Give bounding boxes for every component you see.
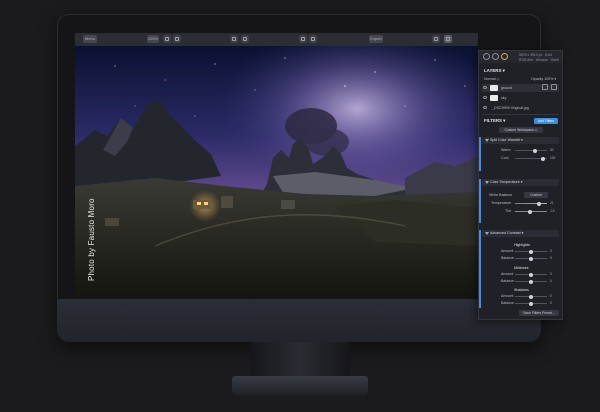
divider (482, 114, 559, 115)
histogram-icon[interactable] (483, 53, 490, 60)
shadows-balance-slider[interactable] (515, 301, 547, 306)
workspace-select[interactable]: Custom Workspace ◇ (499, 127, 543, 133)
visibility-icon[interactable] (483, 86, 487, 89)
group-accent (479, 137, 481, 171)
slider-value[interactable]: 30 (550, 148, 554, 152)
slider-value[interactable]: 0 (550, 294, 552, 298)
field-label: Tint (505, 209, 511, 213)
slider-knob[interactable] (529, 279, 533, 284)
zoom-out-icon[interactable] (163, 35, 171, 43)
subsection-title: Shadows (514, 288, 529, 292)
layer-name: _DSC9999 Original.jpg (492, 106, 529, 110)
save-preset-button[interactable]: Save Filters Preset... (519, 310, 559, 316)
slider-label: Warm (501, 148, 511, 152)
highlights-amount-slider[interactable] (515, 249, 547, 254)
zoom-value[interactable]: 100% (147, 35, 159, 43)
compare-icon[interactable] (299, 35, 307, 43)
slider-label: Amount (501, 249, 514, 253)
field-label: Temperature (491, 201, 512, 205)
layer-name: sky (501, 96, 507, 100)
slider-knob[interactable] (541, 156, 545, 161)
top-toolbar: Menu 100% Export (75, 33, 478, 47)
slider-label: Amount (501, 294, 514, 298)
field-label: White Balance (489, 193, 513, 197)
panel-header: 5878 x 3919 px · 8-bit RGB 8bit · Window… (479, 51, 562, 63)
slider-knob[interactable] (537, 201, 541, 206)
slider-label: Balance (501, 279, 514, 283)
photo-canvas[interactable] (75, 46, 478, 297)
layer-row[interactable]: _DSC9999 Original.jpg (482, 104, 559, 112)
photo-credit: Photo by Fausto Moro (87, 198, 96, 281)
slider-knob[interactable] (533, 148, 537, 153)
temperature-slider[interactable] (515, 201, 547, 206)
brush-icon[interactable] (542, 84, 548, 90)
image-info: RGB 8bit · Window · Shelf (519, 58, 559, 62)
visibility-icon[interactable] (483, 96, 487, 99)
add-filters-button[interactable]: Add Filters (534, 118, 558, 124)
slider-label: Balance (501, 301, 514, 305)
blend-mode-select[interactable]: Normal ◇ (484, 77, 499, 81)
white-balance-select[interactable]: Custom (524, 192, 548, 198)
slider-label: Cool (501, 156, 509, 160)
visibility-icon[interactable] (483, 106, 487, 109)
layers-title[interactable]: LAYERS ▾ (479, 67, 562, 75)
slider-label: Amount (501, 272, 514, 276)
opacity-select[interactable]: Opacity 100% ▾ (531, 77, 556, 81)
group-accent (479, 179, 481, 223)
panel-toggle-icon[interactable] (432, 35, 440, 43)
filter-header-advanced-contrast[interactable]: Advanced Contrast ▾ (482, 230, 559, 237)
layer-row[interactable]: ground (482, 84, 559, 92)
midtones-balance-slider[interactable] (515, 279, 547, 284)
slider-value[interactable]: 0 (550, 249, 552, 253)
slider-value[interactable]: -10 (550, 209, 555, 213)
slider-knob[interactable] (528, 209, 532, 214)
screen: Menu 100% Export Photo by Fausto Moro (75, 33, 478, 297)
slider-value[interactable]: 0 (550, 256, 552, 260)
info-icon[interactable] (492, 53, 499, 60)
tint-slider[interactable] (515, 209, 547, 214)
menu-button[interactable]: Menu (83, 35, 97, 43)
slider-knob[interactable] (529, 256, 533, 261)
cool-slider[interactable] (515, 156, 547, 161)
warm-slider[interactable] (515, 148, 547, 153)
filter-header-color-temperature[interactable]: Color Temperature ▾ (482, 179, 559, 186)
presets-icon[interactable] (501, 53, 508, 60)
export-button[interactable]: Export (369, 35, 383, 43)
filter-header-split-color[interactable]: Split Color Warmth ▾ (482, 137, 559, 144)
subsection-title: Highlights (514, 243, 530, 247)
image-size: 5878 x 3919 px · 8-bit (519, 53, 552, 57)
filters-panel: 5878 x 3919 px · 8-bit RGB 8bit · Window… (478, 50, 563, 320)
crop-icon[interactable] (230, 35, 238, 43)
slider-knob[interactable] (529, 249, 533, 254)
transform-icon[interactable] (241, 35, 249, 43)
slider-knob[interactable] (529, 272, 533, 277)
monitor-chin (57, 299, 541, 342)
layer-row[interactable]: sky (482, 94, 559, 102)
slider-label: Balance (501, 256, 514, 260)
midtones-amount-slider[interactable] (515, 272, 547, 277)
group-accent (479, 230, 481, 308)
slider-knob[interactable] (529, 301, 533, 306)
layer-name: ground (501, 86, 513, 90)
landscape-photo (75, 46, 478, 297)
preview-icon[interactable] (309, 35, 317, 43)
layer-thumbnail (490, 85, 498, 91)
slider-value[interactable]: 21 (550, 201, 554, 205)
slider-value[interactable]: 100 (550, 156, 555, 160)
mask-icon[interactable] (551, 84, 557, 90)
layer-thumbnail (490, 95, 498, 101)
zoom-in-icon[interactable] (173, 35, 181, 43)
slider-value[interactable]: 0 (550, 279, 552, 283)
slider-knob[interactable] (529, 294, 533, 299)
highlights-balance-slider[interactable] (515, 256, 547, 261)
settings-icon[interactable] (444, 35, 452, 43)
slider-value[interactable]: 0 (550, 272, 552, 276)
monitor-stand (250, 342, 350, 378)
monitor-stand-base (232, 376, 368, 396)
shadows-amount-slider[interactable] (515, 294, 547, 299)
slider-value[interactable]: 0 (550, 301, 552, 305)
subsection-title: Midtones (514, 266, 529, 270)
